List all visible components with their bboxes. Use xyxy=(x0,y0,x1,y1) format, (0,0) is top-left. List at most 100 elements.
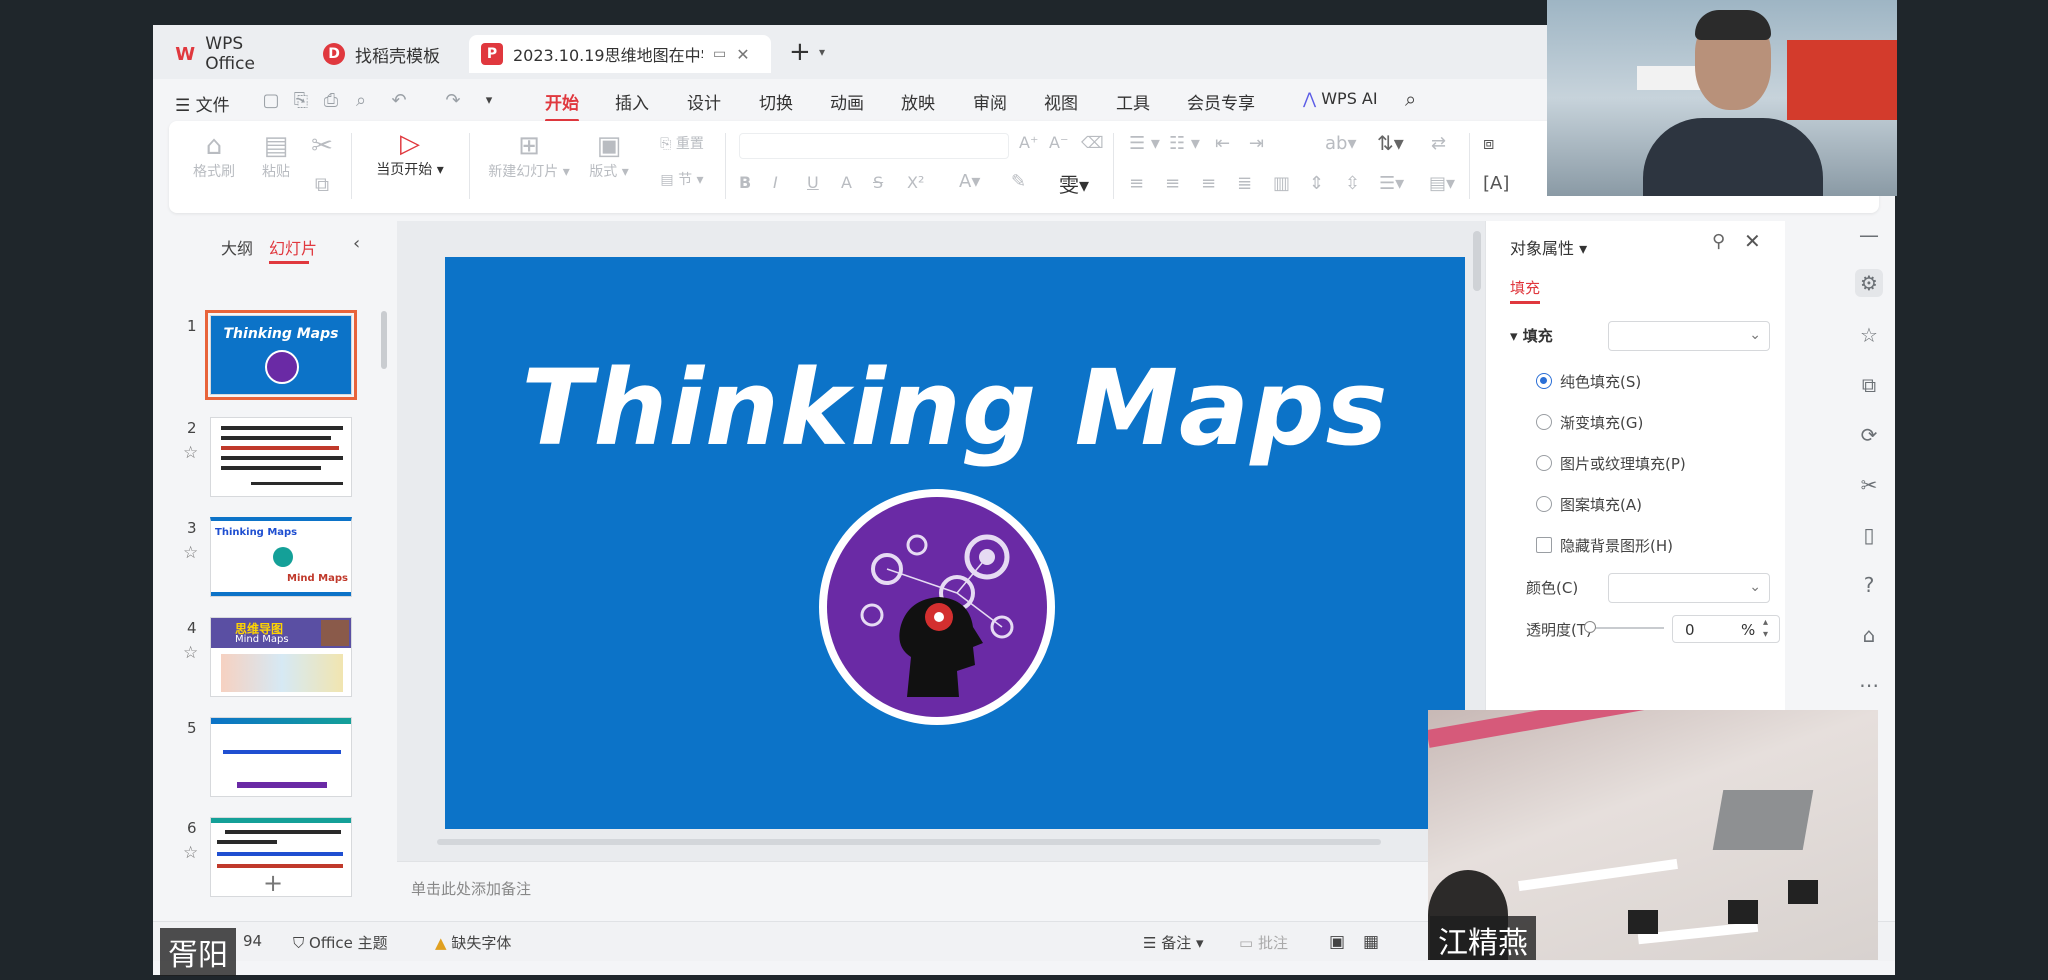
radio-picture-fill[interactable] xyxy=(1536,455,1552,471)
close-pane-icon[interactable]: ✕ xyxy=(1744,229,1761,253)
para-spacing-icon[interactable]: ⇳ xyxy=(1345,173,1360,194)
slide-thumbnail-5[interactable] xyxy=(210,717,352,797)
h-scrollbar-thumb[interactable] xyxy=(437,839,1381,845)
slide-thumbnail-4[interactable]: 思维导图 Mind Maps xyxy=(210,617,352,697)
notes-pane[interactable]: 单击此处添加备注 xyxy=(397,861,1587,921)
slide-thumbnail-3[interactable]: Thinking Maps Mind Maps xyxy=(210,517,352,597)
preview-icon[interactable]: ⌕ xyxy=(351,91,371,111)
text-box-icon[interactable]: ▤▾ xyxy=(1429,173,1455,194)
add-slide-icon[interactable]: + xyxy=(263,869,283,897)
notes-toggle[interactable]: ☰ 备注 ▾ xyxy=(1143,932,1204,953)
star-icon[interactable]: ☆ xyxy=(183,543,198,563)
clear-format-icon[interactable]: ⌫ xyxy=(1081,133,1104,152)
font-color-icon[interactable]: A▾ xyxy=(959,171,980,192)
missing-font-indicator[interactable]: ▲ 缺失字体 xyxy=(435,932,511,953)
new-tab-icon[interactable]: + xyxy=(789,37,811,67)
bold-icon[interactable]: B xyxy=(739,173,751,192)
align-left-icon[interactable]: ≡ xyxy=(1129,173,1144,194)
star-icon[interactable]: ☆ xyxy=(183,643,198,663)
play-from-current-button[interactable]: ▷ 当页开始 ▾ xyxy=(365,129,455,179)
file-menu[interactable]: ☰ 文件 xyxy=(175,91,230,116)
format-painter-button[interactable]: ⌂ 格式刷 xyxy=(189,131,239,181)
shadow-icon[interactable]: A xyxy=(841,173,852,192)
line-spacing-icon[interactable]: ⇕ xyxy=(1309,173,1324,194)
monitor-icon[interactable]: ▭ xyxy=(713,46,726,62)
new-slide-button[interactable]: ⊞ 新建幻灯片 ▾ xyxy=(481,131,577,181)
sort-icon[interactable]: ⇅▾ xyxy=(1377,131,1404,155)
menu-review[interactable]: 审阅 xyxy=(973,89,1007,114)
menu-wps-ai[interactable]: ⋀ WPS AI xyxy=(1303,89,1378,108)
more-icon[interactable]: ▾ xyxy=(479,91,499,111)
search-icon[interactable]: ⌕ xyxy=(1405,87,1416,111)
radio-pattern-fill[interactable] xyxy=(1536,496,1552,512)
cut-button[interactable]: ✂ xyxy=(307,131,337,161)
slide-thumbnail-2[interactable] xyxy=(210,417,352,497)
transparency-slider[interactable] xyxy=(1588,627,1664,629)
radio-gradient-fill[interactable] xyxy=(1536,414,1552,430)
underline-icon[interactable]: U xyxy=(807,173,819,192)
tab-fill[interactable]: 填充 xyxy=(1510,277,1540,298)
hide-bg-checkbox[interactable] xyxy=(1536,537,1552,553)
menu-insert[interactable]: 插入 xyxy=(615,89,649,114)
color-dropdown[interactable]: ⌄ xyxy=(1608,573,1770,603)
menu-slideshow[interactable]: 放映 xyxy=(901,89,935,114)
more-icon[interactable]: ⋯ xyxy=(1855,671,1883,699)
current-slide[interactable]: Thinking Maps xyxy=(445,257,1465,829)
star-icon[interactable]: ☆ xyxy=(183,843,198,863)
star-icon[interactable]: ☆ xyxy=(183,443,198,463)
textbox-insert-icon[interactable]: [A] xyxy=(1483,173,1509,194)
book-icon[interactable]: ▯ xyxy=(1855,521,1883,549)
pane-title[interactable]: 对象属性 ▾ xyxy=(1510,235,1587,259)
transparency-slider-handle[interactable] xyxy=(1584,621,1596,633)
normal-view-icon[interactable]: ▣ xyxy=(1329,932,1345,952)
undo-icon[interactable]: ↶ xyxy=(389,91,409,111)
bullets-icon[interactable]: ☰ ▾ xyxy=(1129,133,1160,154)
shape-icon[interactable]: ⧈ xyxy=(1483,133,1494,154)
thumb-scrollbar[interactable] xyxy=(381,311,387,369)
convert-icon[interactable]: ⇄ xyxy=(1431,133,1446,154)
collapse-panel-icon[interactable]: ‹ xyxy=(353,233,360,254)
menu-transitions[interactable]: 切换 xyxy=(759,89,793,114)
menu-member[interactable]: 会员专享 xyxy=(1187,89,1255,114)
copy-button[interactable]: ⧉ xyxy=(307,169,337,199)
brain-logo[interactable] xyxy=(819,489,1055,725)
list-style-icon[interactable]: ☰▾ xyxy=(1379,173,1404,194)
font-size-up-icon[interactable]: A⁺ xyxy=(1019,133,1038,152)
align-right-icon[interactable]: ≡ xyxy=(1201,173,1216,194)
menu-design[interactable]: 设计 xyxy=(687,89,721,114)
paste-button[interactable]: ▤ 粘贴 xyxy=(251,131,301,181)
italic-icon[interactable]: I xyxy=(773,173,778,192)
align-center-icon[interactable]: ≡ xyxy=(1165,173,1180,194)
menu-view[interactable]: 视图 xyxy=(1044,89,1078,114)
numbering-icon[interactable]: ☷ ▾ xyxy=(1169,133,1200,154)
menu-animations[interactable]: 动画 xyxy=(830,89,864,114)
layout-button[interactable]: ▣ 版式 ▾ xyxy=(579,131,639,181)
pin-icon[interactable]: ⚲ xyxy=(1712,231,1725,252)
comments-toggle[interactable]: ▭ 批注 xyxy=(1239,932,1288,953)
slide-thumbnail-1[interactable]: Thinking Maps xyxy=(205,310,357,400)
shirt-icon[interactable]: ⌂ xyxy=(1855,621,1883,649)
tab-current-presentation[interactable]: P 2023.10.19思维地图在中学英 ▭ ✕ xyxy=(469,35,771,73)
tab-docer-templates[interactable]: D 找稻壳模板 xyxy=(311,35,461,73)
strikethrough-icon[interactable]: S xyxy=(873,173,883,192)
grid-view-icon[interactable]: ▦ xyxy=(1363,932,1379,952)
menu-home[interactable]: 开始 xyxy=(545,89,579,122)
font-name-select[interactable] xyxy=(739,133,1009,159)
superscript-icon[interactable]: X² xyxy=(907,173,924,192)
shapes-icon[interactable]: ⧉ xyxy=(1855,371,1883,399)
star-icon[interactable]: ☆ xyxy=(1855,321,1883,349)
fill-section-toggle[interactable]: ▾ 填充 xyxy=(1510,325,1553,346)
highlight-icon[interactable]: ✎ xyxy=(1011,171,1026,192)
save-icon[interactable]: ▢ xyxy=(261,91,281,111)
help-icon[interactable]: ? xyxy=(1855,571,1883,599)
section-button[interactable]: ▤ 节 ▾ xyxy=(647,169,717,189)
fill-type-dropdown[interactable]: ⌄ xyxy=(1608,321,1770,351)
h-scrollbar[interactable] xyxy=(417,837,1417,847)
transparency-input[interactable]: 0 % ▴ ▾ xyxy=(1672,615,1780,643)
char-spacing-icon[interactable]: 雯▾ xyxy=(1059,169,1089,198)
font-size-down-icon[interactable]: A⁻ xyxy=(1049,133,1068,152)
indent-icon[interactable]: ⇥ xyxy=(1249,133,1264,154)
tab-wps-office[interactable]: W WPS Office xyxy=(163,34,303,74)
minimize-icon[interactable]: — xyxy=(1855,221,1883,249)
justify-icon[interactable]: ≣ xyxy=(1237,173,1252,194)
